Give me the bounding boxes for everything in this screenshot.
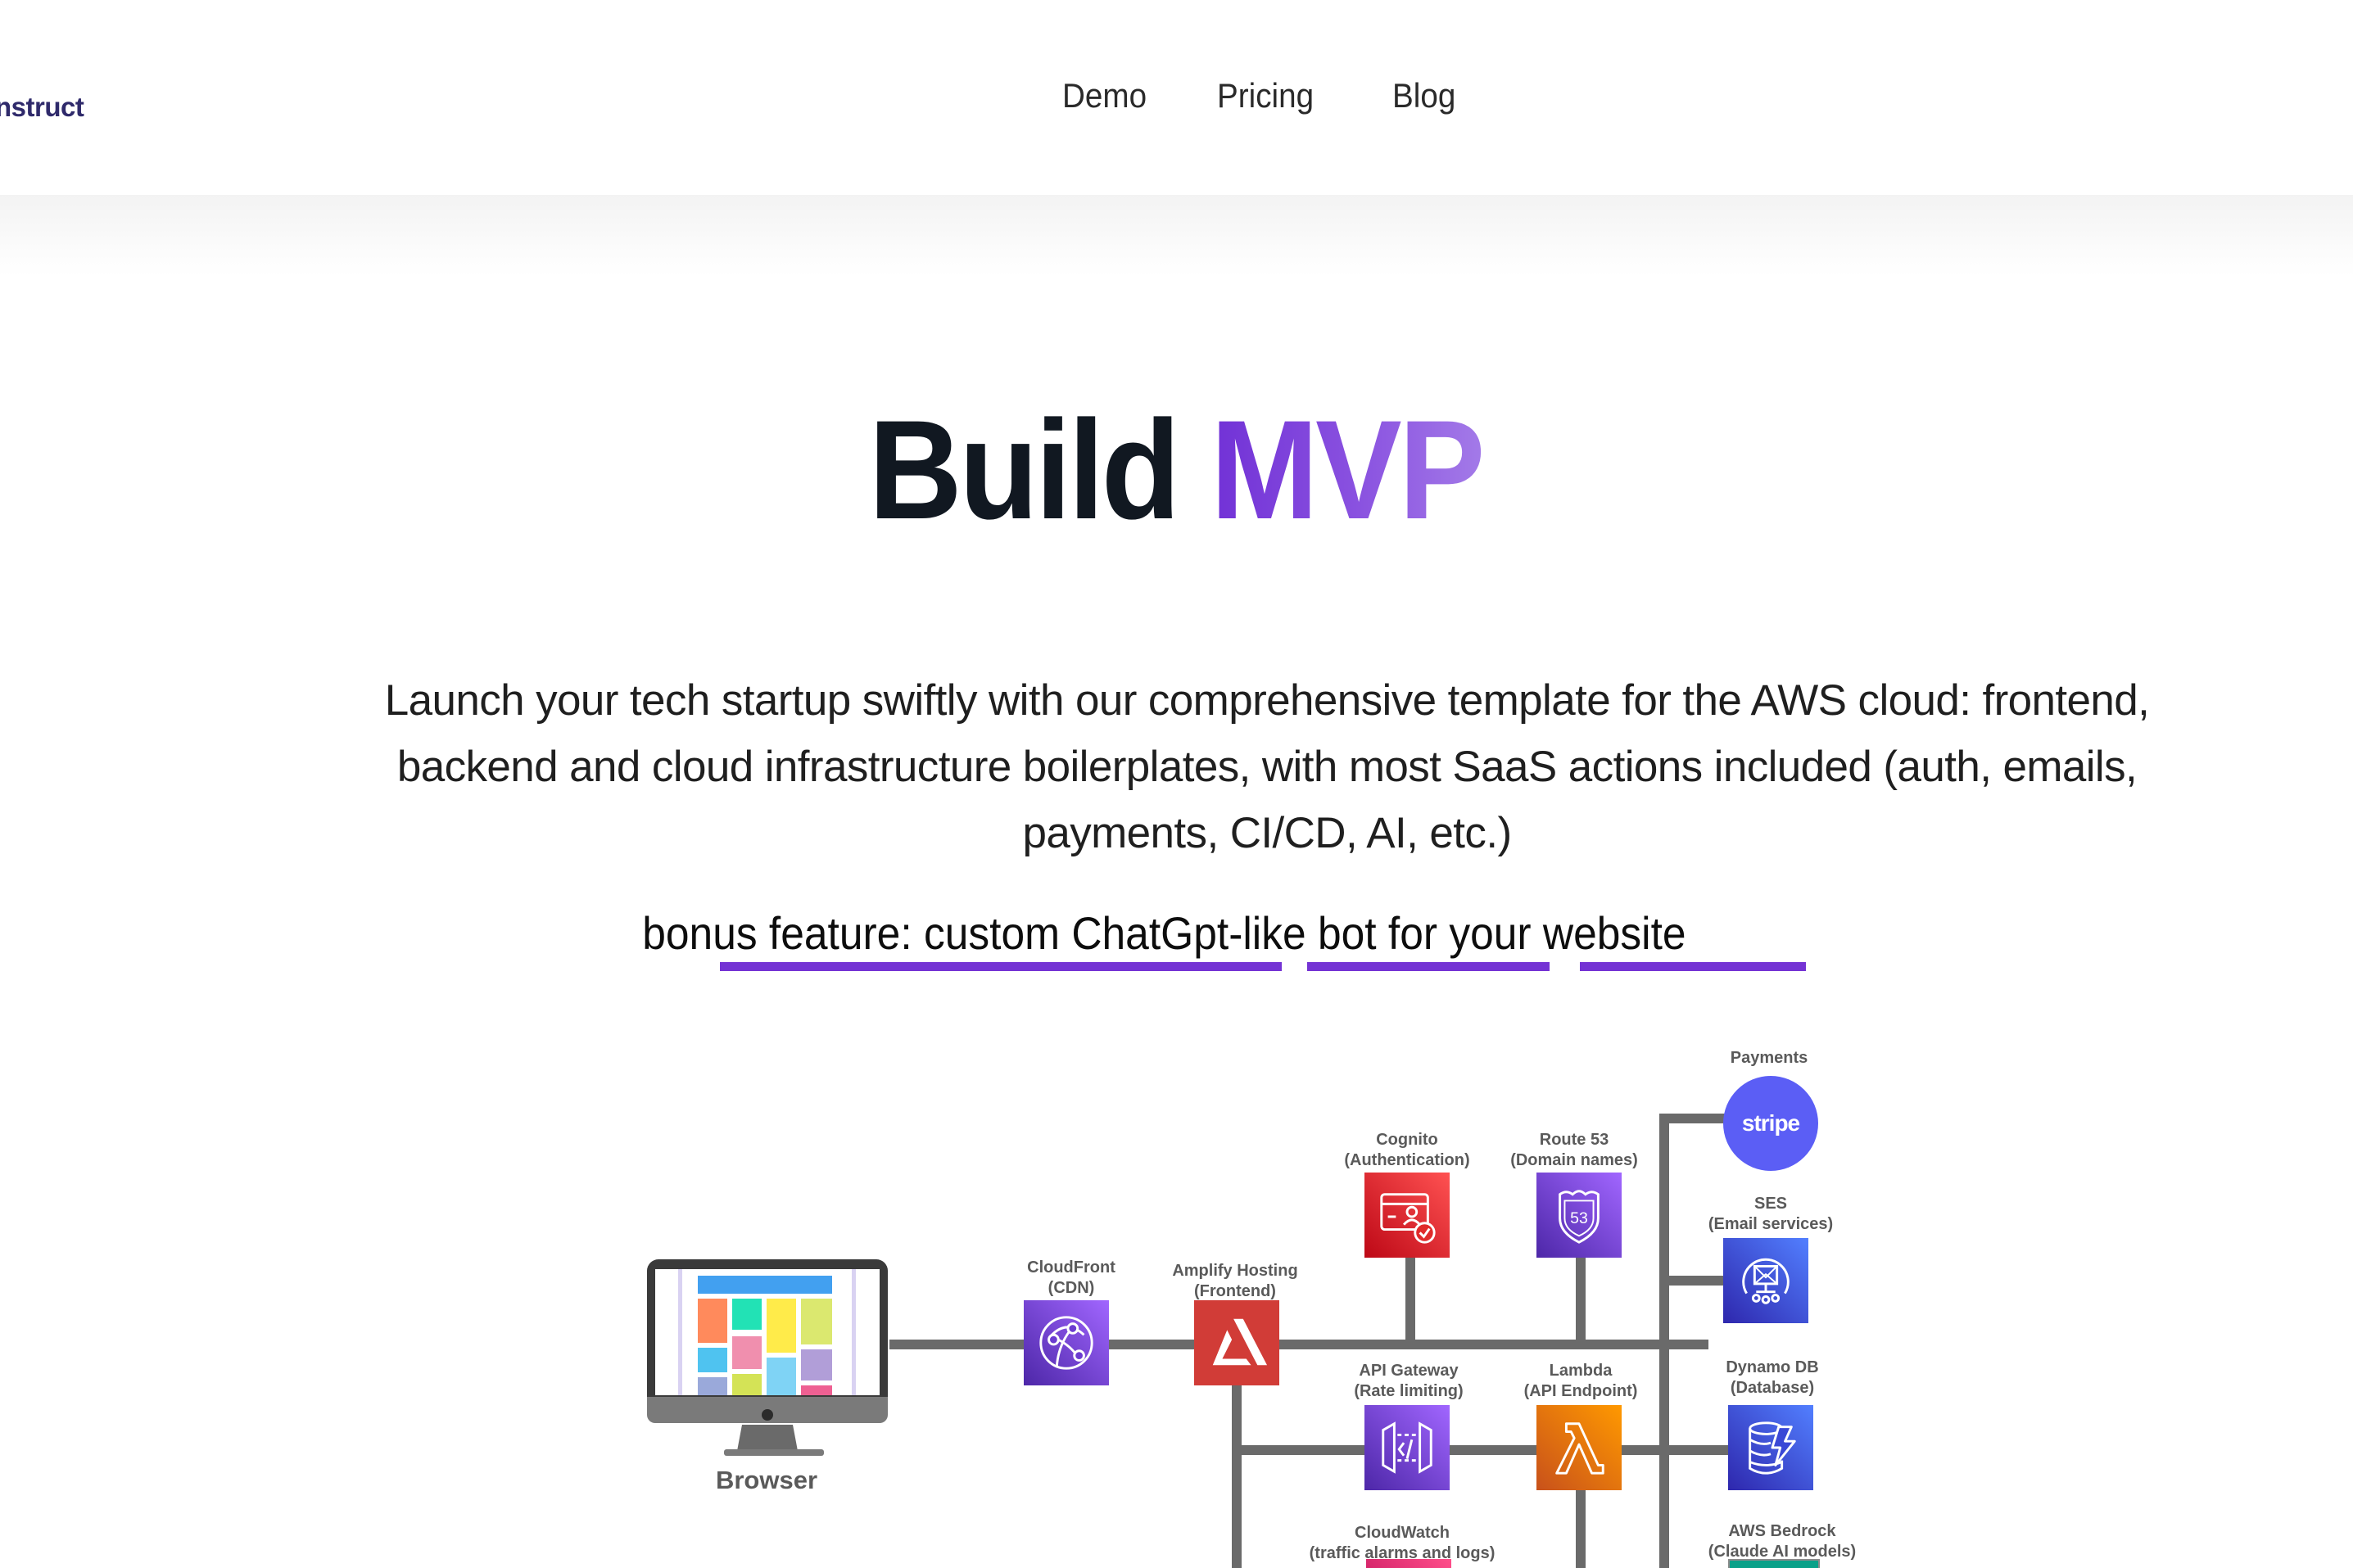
apigateway-name: API Gateway [1359, 1362, 1459, 1380]
cloudfront-name: CloudFront [1027, 1258, 1115, 1277]
connector-backend-horizontal [1232, 1445, 1731, 1455]
cognito-identity-icon [1380, 1193, 1436, 1244]
cloudfront-globe-icon [1039, 1316, 1093, 1370]
dynamodb-label: Dynamo DB (Database) [1726, 1358, 1818, 1399]
apigateway-icon [1382, 1421, 1432, 1474]
cognito-node[interactable] [1364, 1173, 1450, 1258]
cloudwatch-name: CloudWatch [1355, 1524, 1450, 1542]
cloudfront-label: CloudFront (CDN) [1027, 1258, 1115, 1299]
lambda-icon [1555, 1422, 1604, 1475]
amplify-label: Amplify Hosting (Frontend) [1172, 1261, 1297, 1302]
stripe-name: Payments [1730, 1049, 1808, 1067]
cognito-name: Cognito [1376, 1131, 1438, 1149]
amplify-logo-icon [1212, 1318, 1268, 1366]
amplify-role: (Frontend) [1194, 1282, 1276, 1300]
lambda-label: Lambda (API Endpoint) [1524, 1361, 1638, 1402]
cognito-role: (Authentication) [1344, 1151, 1470, 1169]
bedrock-label: AWS Bedrock (Claude AI models) [1708, 1521, 1856, 1562]
connector-services-vertical [1659, 1114, 1669, 1568]
architecture-diagram: Browser CloudFront (CDN) Amplify Hosting… [0, 0, 2353, 1568]
route53-name: Route 53 [1539, 1131, 1609, 1149]
ses-node[interactable] [1723, 1238, 1808, 1323]
connector-main-horizontal [889, 1340, 1708, 1349]
apigateway-node[interactable] [1364, 1405, 1450, 1490]
browser-label: Browser [715, 1466, 818, 1494]
dynamodb-database-icon [1749, 1421, 1796, 1475]
apigateway-label: API Gateway (Rate limiting) [1354, 1361, 1463, 1402]
route53-node[interactable]: 53 [1536, 1173, 1622, 1258]
route53-label: Route 53 (Domain names) [1510, 1130, 1638, 1171]
route53-role: (Domain names) [1510, 1151, 1638, 1169]
ses-role: (Email services) [1708, 1215, 1834, 1233]
connector-lambda-down [1576, 1490, 1586, 1568]
lambda-name: Lambda [1549, 1362, 1613, 1380]
apigateway-role: (Rate limiting) [1354, 1382, 1464, 1400]
amplify-node[interactable] [1194, 1300, 1279, 1385]
ses-email-icon [1742, 1258, 1790, 1304]
cognito-label: Cognito (Authentication) [1344, 1130, 1469, 1171]
cloudfront-node[interactable] [1024, 1300, 1109, 1385]
connector-amplify-down [1232, 1384, 1242, 1568]
route53-badge: 53 [1570, 1209, 1588, 1227]
browser-monitor-icon [647, 1259, 888, 1456]
ses-label: SES (Email services) [1708, 1194, 1833, 1235]
lambda-node[interactable] [1536, 1405, 1622, 1490]
connector-ses [1659, 1276, 1725, 1286]
cloudwatch-node[interactable] [1366, 1559, 1451, 1568]
stripe-logo: stripe [1741, 1110, 1800, 1136]
dynamodb-name: Dynamo DB [1726, 1358, 1819, 1376]
lambda-role: (API Endpoint) [1523, 1382, 1638, 1400]
cloudfront-role: (CDN) [1048, 1279, 1095, 1297]
bedrock-node[interactable] [1728, 1559, 1820, 1568]
dynamodb-role: (Database) [1730, 1379, 1815, 1397]
cloudwatch-label: CloudWatch (traffic alarms and logs) [1310, 1523, 1496, 1564]
dynamodb-node[interactable] [1728, 1405, 1813, 1490]
connector-cognito [1405, 1258, 1415, 1346]
route53-shield-icon: 53 [1559, 1190, 1600, 1244]
connector-route53 [1576, 1258, 1586, 1349]
amplify-name: Amplify Hosting [1172, 1262, 1298, 1280]
stripe-label: Payments [1731, 1048, 1808, 1069]
ses-name: SES [1753, 1195, 1788, 1213]
stripe-node[interactable]: stripe [1723, 1076, 1818, 1171]
connector-dynamodb [1664, 1445, 1730, 1455]
bedrock-name: AWS Bedrock [1728, 1522, 1836, 1540]
connector-stripe [1659, 1114, 1725, 1123]
